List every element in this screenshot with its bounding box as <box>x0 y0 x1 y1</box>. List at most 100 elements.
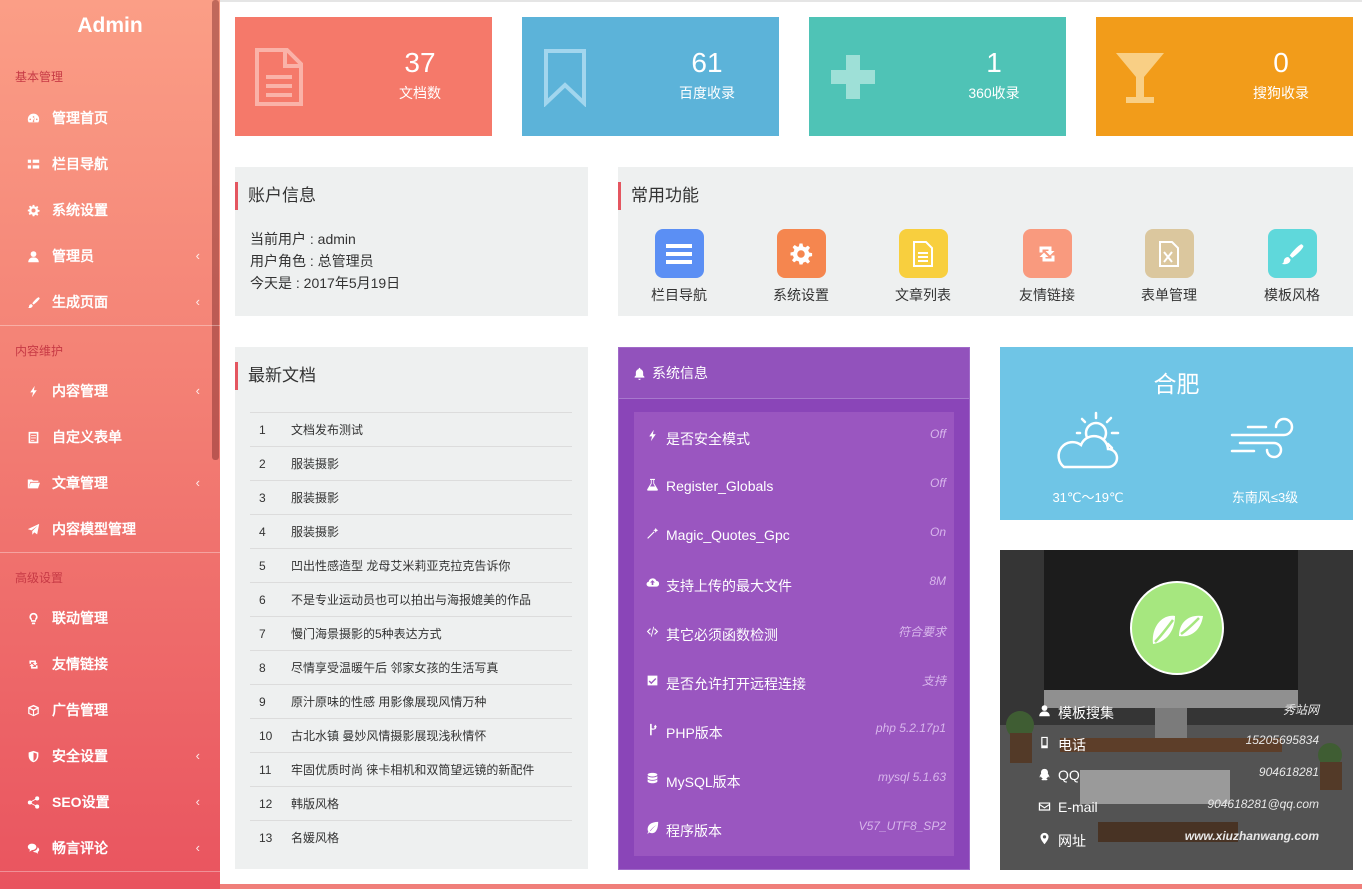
doc-list-item[interactable]: 7 慢门海景摄影的5种表达方式 <box>250 616 572 650</box>
stat-card-360[interactable]: 1 360收录 <box>809 17 1066 136</box>
sidebar-item-forms[interactable]: 自定义表单 <box>0 417 212 457</box>
stat-card-baidu[interactable]: 61 百度收录 <box>522 17 779 136</box>
sidebar-item-label: 文章管理 <box>52 475 108 491</box>
wind-icon <box>1230 417 1294 459</box>
sidebar-item-links[interactable]: 友情链接 <box>0 644 212 684</box>
system-info-value: php 5.2.17p1 <box>875 721 946 735</box>
doc-list-item[interactable]: 2 服装摄影 <box>250 446 572 480</box>
contact-label: 网址 <box>1058 833 1086 849</box>
sidebar-item-label: 系统设置 <box>52 202 108 218</box>
doc-list-item[interactable]: 10 古北水镇 曼妙风情摄影展现浅秋情怀 <box>250 718 572 752</box>
system-info-value: 8M <box>929 574 946 588</box>
brush-icon <box>25 294 41 310</box>
quick-links-button[interactable]: 友情链接 <box>1002 229 1092 305</box>
bell-icon <box>634 367 645 380</box>
sidebar-item-admins[interactable]: 管理员 ‹ <box>0 236 212 276</box>
contact-label: E-mail <box>1058 799 1098 815</box>
app-logo: Admin <box>77 14 143 37</box>
doc-list-item[interactable]: 8 尽情享受温暖午后 邻家女孩的生活写真 <box>250 650 572 684</box>
doc-number: 13 <box>259 830 273 845</box>
stat-value: 61 <box>691 47 723 78</box>
contact-row: 模板搜集 秀站网 <box>1000 696 1353 726</box>
shield-icon <box>25 748 41 764</box>
sidebar-item-articles[interactable]: 文章管理 ‹ <box>0 463 212 503</box>
doc-list-item[interactable]: 6 不是专业运动员也可以拍出与海报媲美的作品 <box>250 582 572 616</box>
sidebar-item-seo[interactable]: SEO设置 ‹ <box>0 782 212 822</box>
today-date: 今天是 : 2017年5月19日 <box>250 275 401 291</box>
comments-icon <box>25 840 41 856</box>
doc-list-item[interactable]: 5 凹出性感造型 龙母艾米莉亚克拉克告诉你 <box>250 548 572 582</box>
current-user: 当前用户 : admin <box>250 231 356 247</box>
sidebar-item-linkage[interactable]: 联动管理 <box>0 598 212 638</box>
phone-icon <box>1038 736 1052 750</box>
contact-value[interactable]: www.xiuzhanwang.com <box>1185 829 1319 843</box>
doc-number: 8 <box>259 660 266 675</box>
send-icon <box>25 521 41 537</box>
system-info-label: 其它必须函数检测 <box>666 627 778 643</box>
system-info-row: 程序版本 V57_UTF8_SP2 <box>634 804 954 853</box>
quick-articles-button[interactable]: 文章列表 <box>878 229 968 305</box>
doc-list-item[interactable]: 11 牢固优质时尚 徕卡相机和双筒望远镜的新配件 <box>250 752 572 786</box>
doc-list-item[interactable]: 12 韩版风格 <box>250 786 572 820</box>
site-logo <box>1130 581 1224 675</box>
leaf-icon <box>1152 615 1203 644</box>
quick-forms-button[interactable]: 表单管理 <box>1124 229 1214 305</box>
user-role: 用户角色 : 总管理员 <box>250 253 374 269</box>
account-panel: 账户信息 当前用户 : admin 用户角色 : 总管理员 今天是 : 2017… <box>235 167 588 316</box>
sidebar-item-label: 畅言评论 <box>52 840 108 856</box>
sidebar-item-ads[interactable]: 广告管理 <box>0 690 212 730</box>
doc-list-item[interactable]: 9 原汁原味的性感 用影像展现风情万种 <box>250 684 572 718</box>
quick-functions-panel: 常用功能 栏目导航 系统设置 文章列表 友情链接 表单管理 模板风格 <box>618 167 1353 316</box>
sun-cloud-icon <box>1057 411 1120 469</box>
sidebar-item-label: 广告管理 <box>52 702 108 718</box>
sidebar-scrollbar[interactable] <box>212 0 219 460</box>
stat-card-documents[interactable]: 37 文档数 <box>235 17 492 136</box>
leaf-icon <box>646 821 660 835</box>
sidebar-item-models[interactable]: 内容模型管理 <box>0 509 212 549</box>
doc-list-item[interactable]: 3 服装摄影 <box>250 480 572 514</box>
user-icon <box>25 248 41 264</box>
system-info-row: 支持上传的最大文件 8M <box>634 559 954 608</box>
quick-label: 栏目导航 <box>651 287 707 303</box>
form-icon <box>25 429 41 445</box>
weather-wind: 东南风≤3级 <box>1231 490 1299 505</box>
panel-title: 常用功能 <box>618 182 699 210</box>
sidebar-item-security[interactable]: 安全设置 ‹ <box>0 736 212 776</box>
sidebar: Admin 基本管理 管理首页 栏目导航 系统设置 管理员 ‹ 生成页面 ‹ 内… <box>0 0 220 889</box>
chevron-left-icon: ‹ <box>195 748 200 763</box>
sidebar-divider <box>0 871 220 872</box>
sidebar-item-comments[interactable]: 畅言评论 ‹ <box>0 828 212 868</box>
sidebar-item-label: 内容模型管理 <box>52 521 136 537</box>
doc-number: 2 <box>259 456 266 471</box>
doc-number: 7 <box>259 626 266 641</box>
quick-settings-button[interactable]: 系统设置 <box>756 229 846 305</box>
doc-title: 不是专业运动员也可以拍出与海报媲美的作品 <box>291 593 532 607</box>
quick-label: 模板风格 <box>1264 287 1320 303</box>
contact-label: 模板搜集 <box>1058 705 1114 721</box>
quick-templates-button[interactable]: 模板风格 <box>1247 229 1337 305</box>
system-info-value: Off <box>929 476 946 490</box>
sidebar-item-label: 自定义表单 <box>52 429 122 445</box>
sidebar-item-home[interactable]: 管理首页 <box>0 98 212 138</box>
doc-title: 服装摄影 <box>291 525 340 539</box>
doc-number: 11 <box>259 762 272 777</box>
doc-list-item[interactable]: 13 名媛风格 <box>250 820 572 854</box>
bolt-icon <box>25 383 41 399</box>
sidebar-item-nav[interactable]: 栏目导航 <box>0 144 212 184</box>
sidebar-item-label: SEO设置 <box>52 794 110 810</box>
sidebar-item-generate[interactable]: 生成页面 ‹ <box>0 282 212 322</box>
sidebar-item-label: 管理员 <box>52 248 94 264</box>
doc-number: 5 <box>259 558 266 573</box>
group-label-basic: 基本管理 <box>15 70 64 84</box>
system-info-label: 支持上传的最大文件 <box>666 578 792 594</box>
stat-card-sogou[interactable]: 0 搜狗收录 <box>1096 17 1353 136</box>
quick-nav-button[interactable]: 栏目导航 <box>634 229 724 305</box>
sidebar-item-settings[interactable]: 系统设置 <box>0 190 212 230</box>
code-icon <box>646 625 660 639</box>
doc-list-item[interactable]: 4 服装摄影 <box>250 514 572 548</box>
panel-title: 系统信息 <box>652 365 708 381</box>
sidebar-item-content[interactable]: 内容管理 ‹ <box>0 371 212 411</box>
branch-icon <box>646 723 660 737</box>
sidebar-item-label: 管理首页 <box>52 110 108 126</box>
doc-list-item[interactable]: 1 文档发布测试 <box>250 412 572 446</box>
